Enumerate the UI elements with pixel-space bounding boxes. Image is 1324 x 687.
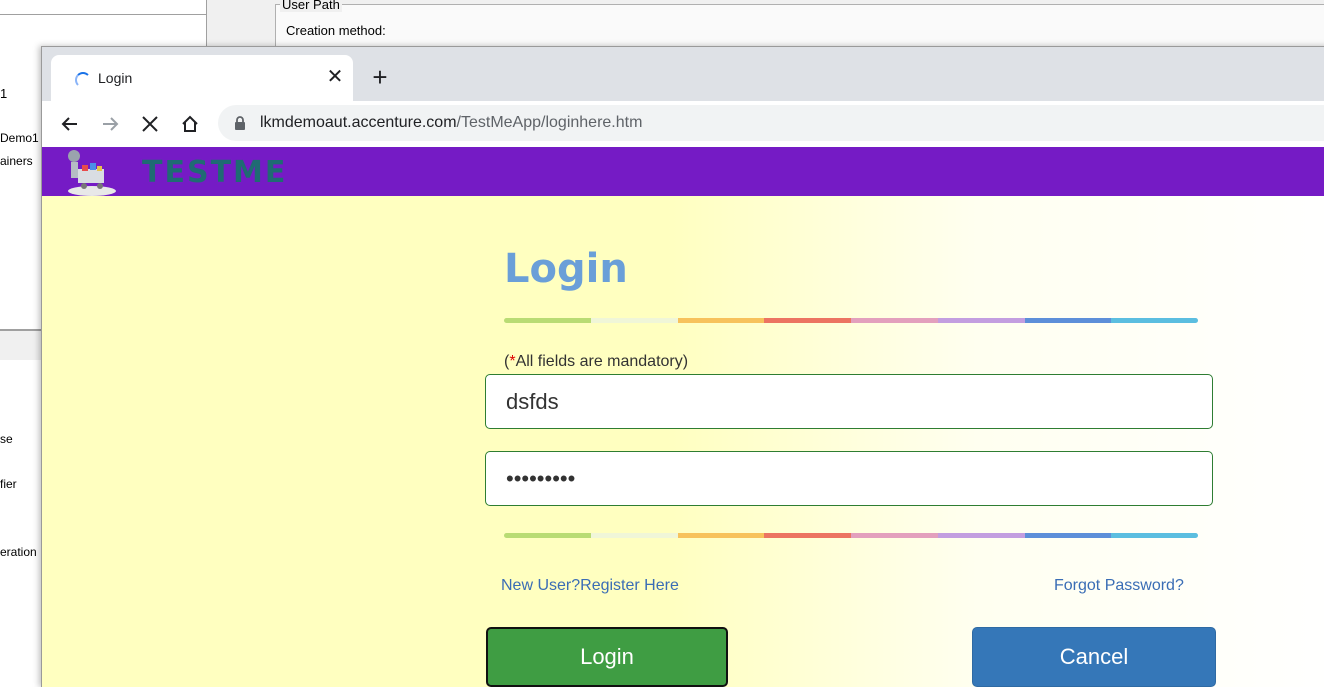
rainbow-segment [937,533,1025,538]
address-bar[interactable]: lkmdemoaut.accenture.com/TestMeApp/login… [218,105,1324,141]
forward-arrow-icon [103,117,119,131]
background-left-topbar [0,0,206,15]
url-path: /TestMeApp/loginhere.htm [456,114,643,131]
background-list-item[interactable]: se [0,432,13,446]
background-panel-divider [0,329,42,362]
rainbow-segment [590,318,678,323]
background-list-item[interactable]: fier [0,477,17,491]
rainbow-segment [851,318,938,323]
testme-logo-text[interactable]: TESTME [142,155,287,190]
browser-toolbar: lkmdemoaut.accenture.com/TestMeApp/login… [42,101,1324,148]
rainbow-divider-top [504,318,1198,323]
background-list-item[interactable]: eration [0,545,37,559]
background-lower-panel [0,360,42,678]
home-icon [182,115,198,132]
login-heading: Login [504,246,628,292]
username-field[interactable] [485,374,1213,429]
rainbow-divider-bottom [504,533,1198,538]
forward-button[interactable] [94,108,126,140]
login-button[interactable]: Login [486,627,728,687]
rainbow-segment [590,533,678,538]
url-host: lkmdemoaut.accenture.com [260,114,457,131]
rainbow-segment [1024,533,1112,538]
cancel-button[interactable]: Cancel [972,627,1216,687]
login-content-area: Login (*All fields are mandatory) New Us… [42,196,1324,687]
register-link[interactable]: New User?Register Here [501,577,679,595]
mandatory-text: All fields are mandatory) [515,353,689,370]
background-tree-item[interactable]: 1 [0,86,7,101]
rainbow-segment [677,533,765,538]
rainbow-segment [937,318,1025,323]
site-header: TESTME [42,147,1324,196]
password-field[interactable] [485,451,1213,506]
web-page: TESTME Login (*All fields are mandatory)… [42,147,1324,687]
rainbow-segment [851,533,938,538]
back-arrow-icon [61,117,77,131]
back-button[interactable] [54,108,86,140]
testme-logo-icon[interactable] [62,147,118,197]
background-tree-item[interactable]: ainers [0,154,33,168]
rainbow-segment [764,533,851,538]
rainbow-segment [504,533,591,538]
browser-window: Login ✕ + lkmdemoaut.accenture.com/TestM… [41,46,1324,687]
rainbow-segment [1111,318,1198,323]
new-tab-icon[interactable]: + [366,63,394,91]
rainbow-segment [1111,533,1198,538]
stop-loading-button[interactable] [134,108,166,140]
user-path-group-title: User Path [280,0,342,12]
forgot-password-link[interactable]: Forgot Password? [1054,577,1184,595]
mandatory-fields-note: (*All fields are mandatory) [504,353,688,371]
background-tree-item[interactable]: Demo1 [0,131,39,145]
lock-icon[interactable] [234,116,246,130]
close-tab-icon[interactable]: ✕ [323,65,347,89]
tab-title: Login [98,70,133,86]
background-middle-strip [207,0,275,48]
url-text: lkmdemoaut.accenture.com/TestMeApp/login… [260,114,642,132]
rainbow-segment [677,318,765,323]
tab-login[interactable]: Login ✕ [51,55,353,101]
home-button[interactable] [174,108,206,140]
loading-spinner-icon [75,72,91,88]
rainbow-segment [1024,318,1112,323]
stop-x-icon [142,116,158,132]
rainbow-segment [764,318,851,323]
tab-strip: Login ✕ + [42,47,1324,101]
creation-method-label: Creation method: [286,23,386,38]
rainbow-segment [504,318,591,323]
